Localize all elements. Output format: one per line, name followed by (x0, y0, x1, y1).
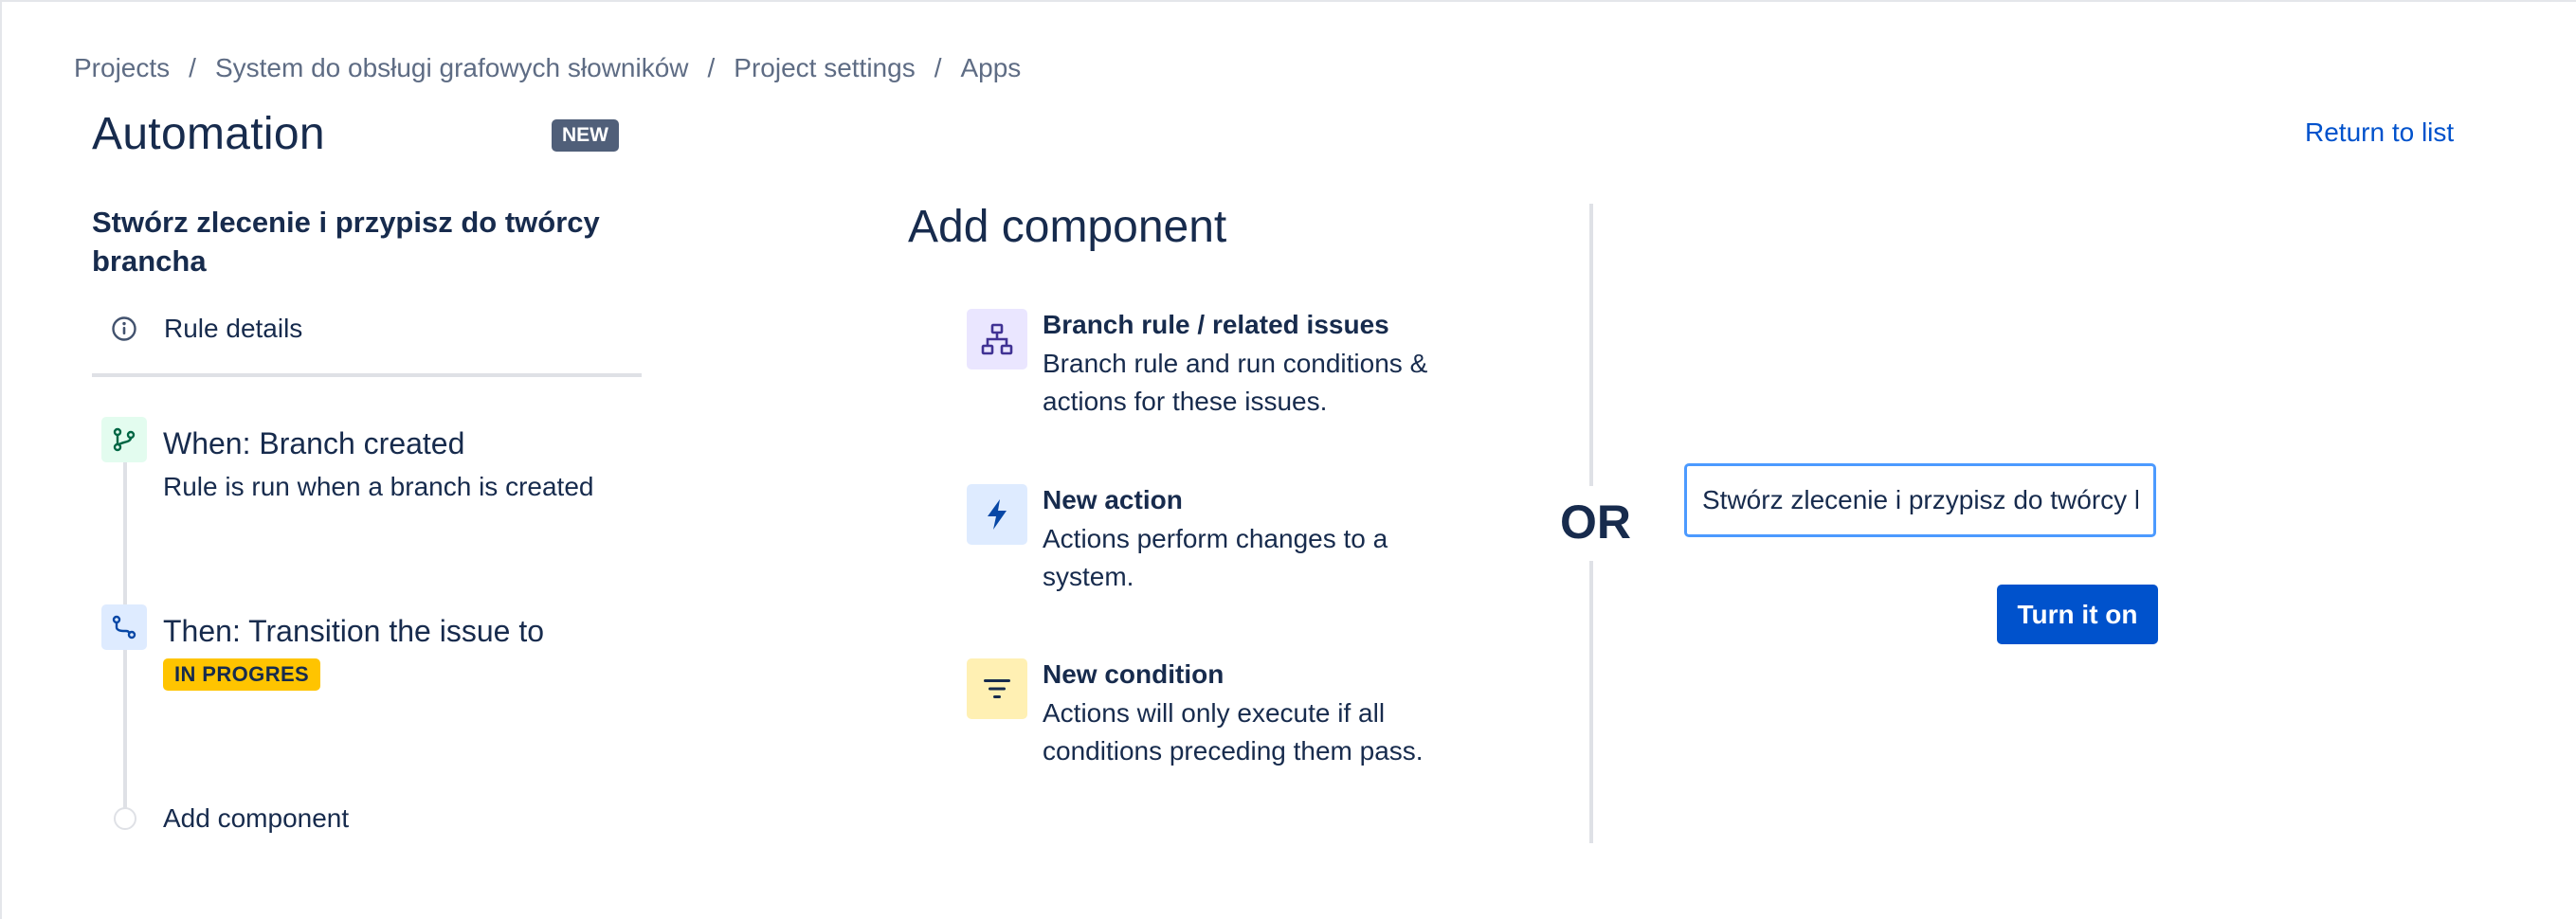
status-lozenge: IN PROGRES (163, 658, 321, 691)
trigger-title: When: Branch created (163, 426, 465, 460)
breadcrumb-apps[interactable]: Apps (960, 53, 1021, 83)
rule-details-item[interactable]: Rule details (92, 309, 642, 349)
new-badge: NEW (552, 119, 619, 152)
breadcrumb-separator: / (707, 53, 716, 82)
branch-rule-title: Branch rule / related issues (1043, 310, 1389, 339)
info-icon (110, 315, 138, 343)
branch-icon (101, 417, 147, 462)
breadcrumb-project-settings[interactable]: Project settings (734, 53, 915, 83)
return-to-list-link[interactable]: Return to list (2305, 117, 2454, 148)
breadcrumb-project[interactable]: System do obsługi grafowych słowników (215, 53, 689, 83)
breadcrumb-separator: / (189, 53, 196, 82)
filter-icon (967, 658, 1027, 719)
page-title: Automation (92, 109, 325, 159)
top-border (0, 0, 2576, 2)
turn-it-on-button[interactable]: Turn it on (1997, 585, 2158, 644)
new-condition-title: New condition (1043, 659, 1225, 689)
trigger-step[interactable]: When: Branch created Rule is run when a … (92, 417, 642, 512)
add-component-label: Add component (163, 803, 350, 833)
transition-icon (101, 604, 147, 650)
new-condition-description: Actions will only execute if all conditi… (1043, 698, 1424, 766)
action-title: Then: Transition the issue to (163, 614, 544, 648)
add-component-heading: Add component (908, 202, 1227, 252)
add-component-dot (114, 807, 136, 830)
new-action-option[interactable]: New action Actions perform changes to a … (967, 484, 1478, 598)
breadcrumb-projects[interactable]: Projects (74, 53, 170, 83)
new-condition-option[interactable]: New condition Actions will only execute … (967, 658, 1478, 772)
panel-divider (92, 373, 642, 377)
breadcrumb-separator: / (934, 53, 942, 82)
hierarchy-icon (967, 309, 1027, 369)
action-step[interactable]: Then: Transition the issue to IN PROGRES (92, 604, 642, 695)
or-divider-bottom (1589, 561, 1593, 843)
branch-rule-description: Branch rule and run conditions & actions… (1043, 349, 1428, 416)
trigger-description: Rule is run when a branch is created (163, 472, 594, 501)
new-action-description: Actions perform changes to a system. (1043, 524, 1388, 591)
left-border (0, 0, 2, 919)
lightning-icon (967, 484, 1027, 545)
rule-details-label: Rule details (164, 314, 303, 343)
rule-name: Stwórz zlecenie i przypisz do twórcy bra… (92, 206, 600, 278)
new-action-title: New action (1043, 485, 1183, 514)
rule-name-input[interactable] (1684, 463, 2156, 537)
or-divider-top (1589, 204, 1593, 486)
or-label: OR (1560, 496, 1631, 549)
branch-rule-option[interactable]: Branch rule / related issues Branch rule… (967, 309, 1478, 423)
breadcrumb: Projects / System do obsługi grafowych s… (74, 49, 1021, 87)
